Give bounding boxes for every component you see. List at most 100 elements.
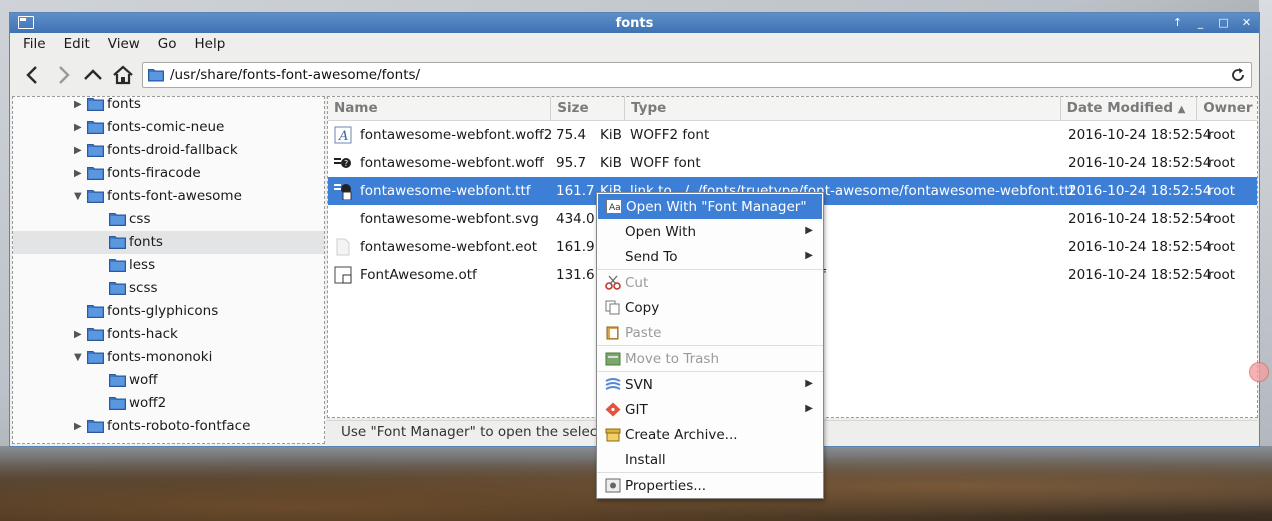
expander-open-icon[interactable]: ▼ (74, 353, 84, 363)
file-row[interactable]: Afontawesome-webfont.woff2 75.4 KiB WOFF2 f… (328, 121, 1257, 149)
column-size[interactable]: Size (551, 97, 626, 120)
menu-item-properties[interactable]: Properties... (597, 473, 823, 498)
menu-view[interactable]: View (99, 36, 149, 52)
file-size: 161.9 (556, 239, 595, 255)
menu-go[interactable]: Go (149, 36, 186, 52)
menu-item-svn[interactable]: SVN ▶ (597, 372, 823, 397)
tree-item-label: fonts (129, 234, 163, 250)
menu-item-git[interactable]: GIT ▶ (597, 397, 823, 422)
tree-item-label: scss (129, 280, 158, 296)
home-button[interactable] (108, 60, 138, 90)
tree-item-fonts-droid-fallback[interactable]: ▶ fonts-droid-fallback (13, 139, 324, 162)
menu-item-open-with[interactable]: Open With ▶ (597, 219, 823, 244)
window-close-button[interactable]: ✕ (1238, 15, 1255, 30)
window-shade-button[interactable]: ↑ (1169, 15, 1186, 30)
column-date-modified[interactable]: Date Modified ▲ (1061, 97, 1198, 120)
folder-icon (87, 166, 104, 180)
menu-item-install[interactable]: Install (597, 447, 823, 472)
tree-item-fonts-glyphicons[interactable]: fonts-glyphicons (13, 300, 324, 323)
file-row[interactable]: ? fontawesome-webfont.woff 95.7 KiB WOFF fon… (328, 149, 1257, 177)
menu-help[interactable]: Help (186, 36, 235, 52)
toolbar: /usr/share/fonts-font-awesome/fonts/ (10, 55, 1259, 95)
window-titlebar[interactable]: fonts ↑ _ □ ✕ (10, 13, 1259, 33)
file-date-modified: 2016-10-24 18:52:54 (1068, 183, 1212, 199)
menu-item-open-with-font-manager[interactable]: Aa Open With "Font Manager" (598, 194, 822, 219)
tree-item-woff[interactable]: woff (13, 369, 324, 392)
back-arrow-icon (26, 66, 37, 84)
menu-item-label: Send To (625, 249, 678, 265)
svg-text:Aa: Aa (609, 203, 621, 213)
column-name[interactable]: Name (328, 97, 552, 120)
tree-item-fonts-firacode[interactable]: ▶ fonts-firacode (13, 162, 324, 185)
menu-item-label: Properties... (625, 478, 707, 494)
file-size: 75.4 (556, 127, 587, 143)
menu-item-label: Open With (625, 224, 697, 240)
tree-item-label: fonts-mononoki (107, 349, 213, 365)
tree-item-fonts-hack[interactable]: ▶ fonts-hack (13, 323, 324, 346)
expander-closed-icon[interactable]: ▶ (74, 330, 84, 340)
tree-item-label: fonts-hack (107, 326, 178, 342)
submenu-arrow-icon: ▶ (805, 250, 813, 261)
tree-item-fonts[interactable]: ▶ fonts (13, 97, 324, 116)
expander-closed-icon[interactable]: ▶ (74, 146, 84, 156)
reload-icon[interactable] (1229, 66, 1247, 84)
folder-icon (87, 189, 104, 203)
folder-icon (87, 120, 104, 134)
file-name: fontawesome-webfont.woff2 (360, 127, 553, 143)
menu-item-create-archive[interactable]: Create Archive... (597, 422, 823, 447)
file-size: 161.7 (556, 183, 595, 199)
tree-item-fonts-font-awesome[interactable]: ▼ fonts-font-awesome (13, 185, 324, 208)
git-icon (605, 402, 621, 417)
tree-item-label: woff (129, 372, 158, 388)
forward-arrow-icon (59, 66, 70, 84)
tree-item-woff2[interactable]: woff2 (13, 392, 324, 415)
menubar: File Edit View Go Help (10, 33, 1259, 55)
directory-tree[interactable]: ▶ fonts ▶ fonts-comic-neue ▶ fonts-droid-fall… (12, 96, 325, 444)
tree-item-fonts[interactable]: fonts (13, 231, 324, 254)
column-owner[interactable]: Owner (1197, 97, 1257, 120)
expander-closed-icon[interactable]: ▶ (74, 123, 84, 133)
folder-icon (87, 419, 104, 433)
context-menu: Aa Open With "Font Manager" Open With ▶ Send… (596, 192, 824, 499)
back-button[interactable] (18, 60, 48, 90)
location-path[interactable]: /usr/share/fonts-font-awesome/fonts/ (170, 67, 420, 83)
window-minimize-button[interactable]: _ (1192, 15, 1209, 30)
menu-file[interactable]: File (14, 36, 55, 52)
file-name: fontawesome-webfont.ttf (360, 183, 531, 199)
location-bar[interactable]: /usr/share/fonts-font-awesome/fonts/ (142, 62, 1252, 88)
tree-item-fonts-mononoki[interactable]: ▼ fonts-mononoki (13, 346, 324, 369)
menu-item-send-to[interactable]: Send To ▶ (597, 244, 823, 269)
file-name: FontAwesome.otf (360, 267, 477, 283)
tree-item-css[interactable]: css (13, 208, 324, 231)
menu-item-move-to-trash[interactable]: Move to Trash (597, 346, 823, 371)
column-type[interactable]: Type (625, 97, 1061, 120)
menu-item-cut[interactable]: Cut (597, 270, 823, 295)
tree-item-label: less (129, 257, 156, 273)
menu-item-copy[interactable]: Copy (597, 295, 823, 320)
expander-closed-icon[interactable]: ▶ (74, 422, 84, 432)
expander-open-icon[interactable]: ▼ (74, 192, 84, 202)
tree-item-label: woff2 (129, 395, 167, 411)
window-app-icon[interactable] (18, 16, 34, 29)
menu-item-label: Paste (625, 325, 662, 341)
window-maximize-button[interactable]: □ (1215, 15, 1232, 30)
menu-item-label: SVN (625, 377, 653, 393)
tree-item-less[interactable]: less (13, 254, 324, 277)
file-size: 95.7 (556, 155, 587, 171)
menu-edit[interactable]: Edit (55, 36, 99, 52)
folder-icon (87, 350, 104, 364)
tree-item-fonts-comic-neue[interactable]: ▶ fonts-comic-neue (13, 116, 324, 139)
tree-item-fonts-roboto-fontface[interactable]: ▶ fonts-roboto-fontface (13, 415, 324, 438)
folder-icon (109, 373, 126, 387)
folder-icon (109, 258, 126, 272)
expander-closed-icon[interactable]: ▶ (74, 100, 84, 110)
forward-button[interactable] (48, 60, 78, 90)
column-date-label: Date Modified (1066, 100, 1174, 116)
menu-item-paste[interactable]: Paste (597, 320, 823, 345)
file-type-icon: ? (334, 154, 352, 172)
up-button[interactable] (78, 60, 108, 90)
tree-list: ▶ fonts ▶ fonts-comic-neue ▶ fonts-droid-fall… (13, 97, 324, 438)
archive-icon (605, 427, 621, 442)
tree-item-scss[interactable]: scss (13, 277, 324, 300)
expander-closed-icon[interactable]: ▶ (74, 169, 84, 179)
